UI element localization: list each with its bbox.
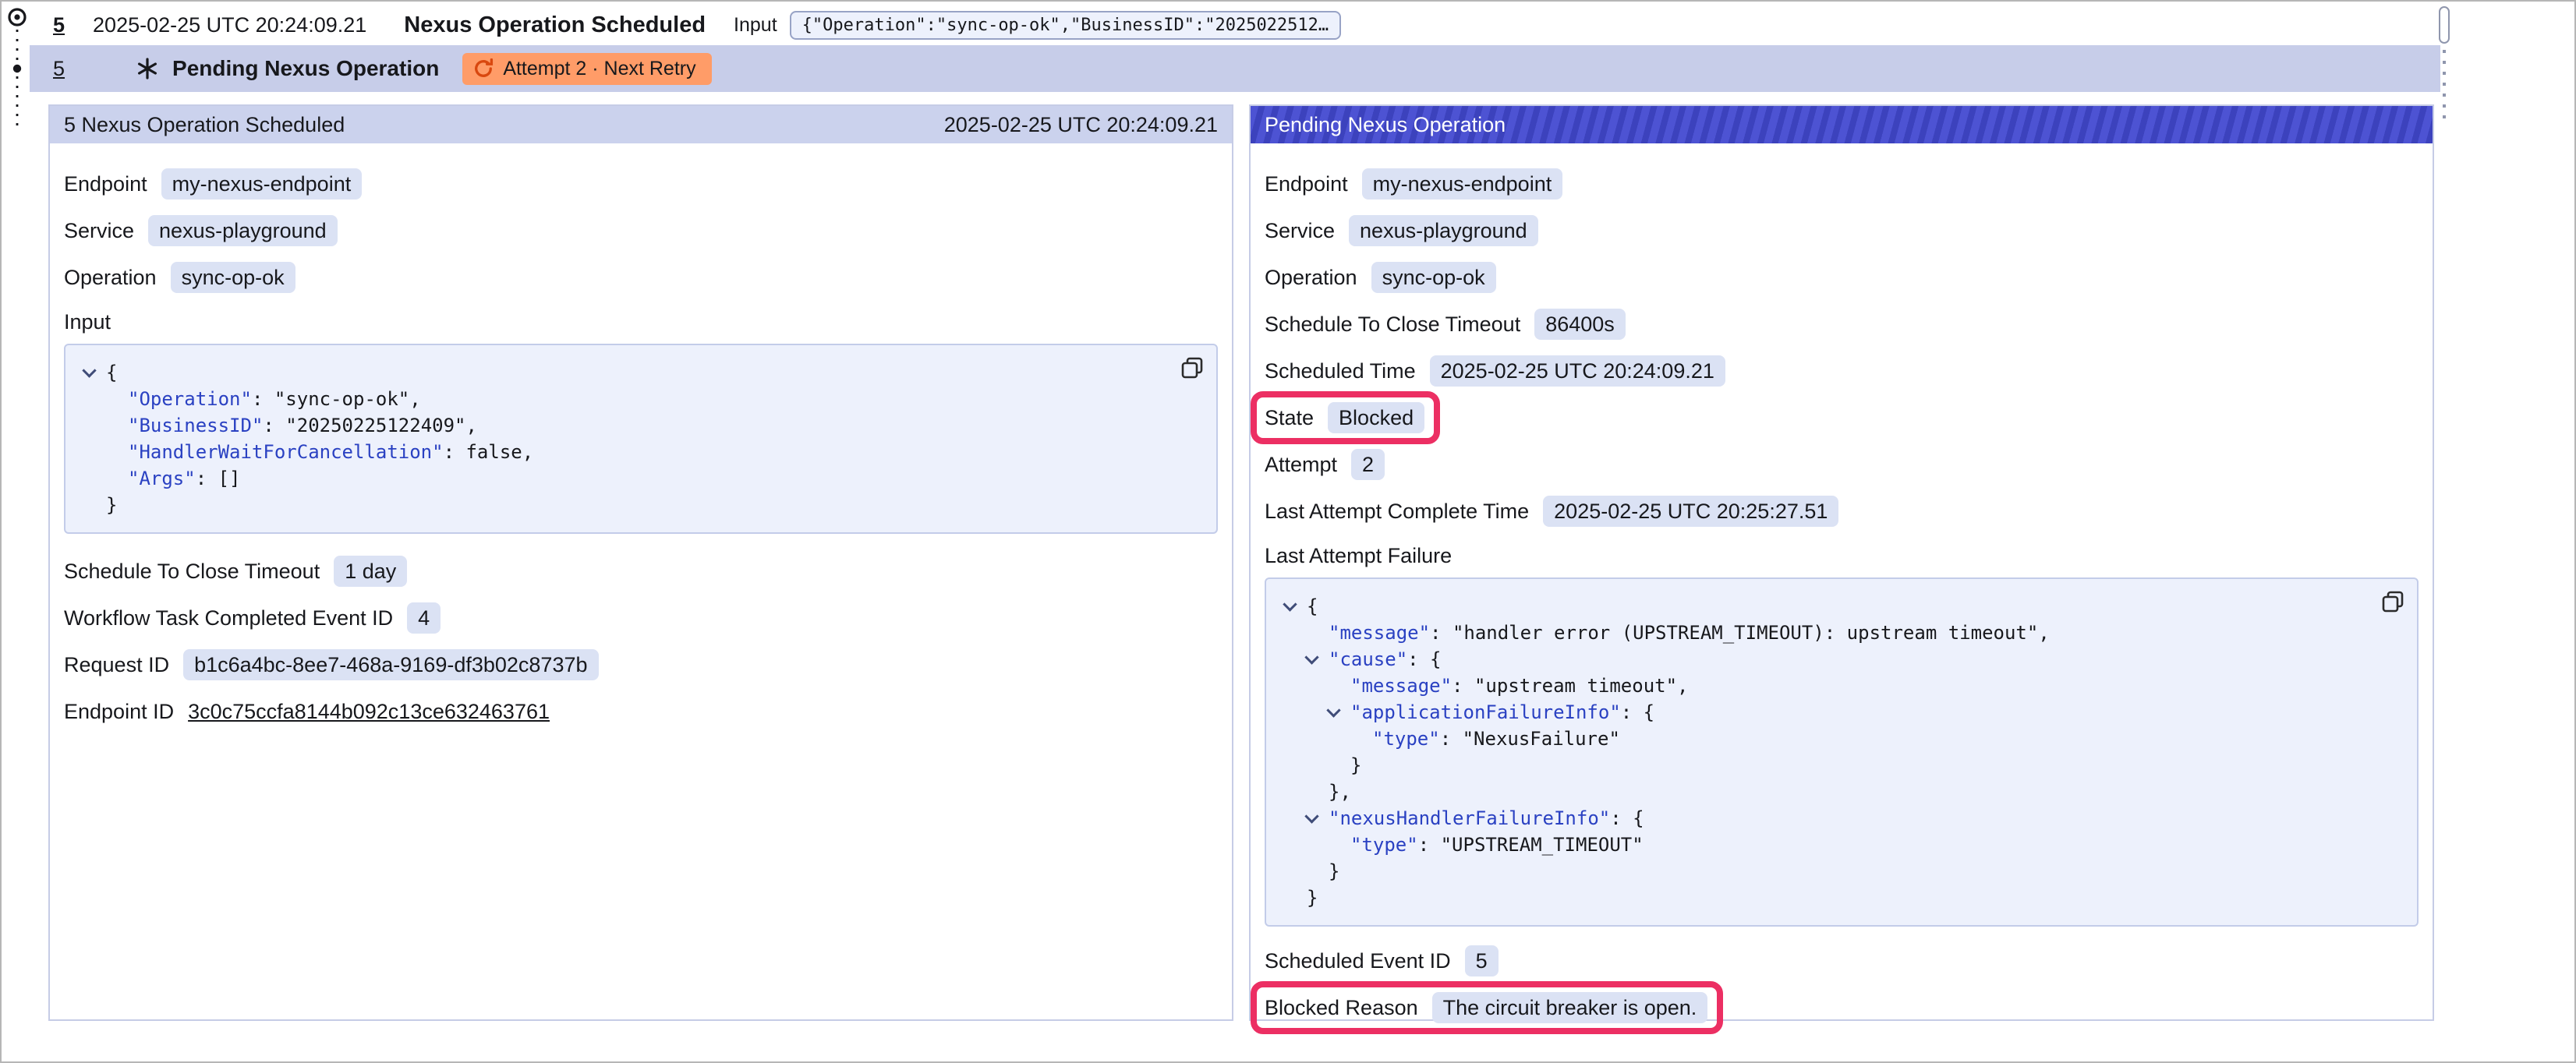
detail-panels: 5 Nexus Operation Scheduled 2025-02-25 U… [48, 104, 2434, 1021]
field-label: Service [1265, 219, 1335, 243]
field-value-chip: 1 day [334, 556, 407, 587]
field-value-chip: b1c6a4bc-8ee7-468a-9169-df3b02c8737b [183, 649, 598, 680]
field-label: Endpoint [1265, 172, 1348, 196]
field-label: Request ID [64, 653, 169, 677]
field-label: Endpoint [64, 172, 147, 196]
workflow-event-history-screen: 5 2025-02-25 UTC 20:24:09.21 Nexus Opera… [0, 0, 2576, 1063]
field-row: Schedule To Close Timeout 1 day [64, 556, 1218, 587]
field-row: Service nexus-playground [1265, 215, 2419, 246]
input-section-label: Input [64, 310, 1218, 334]
field-value-chip: 86400s [1534, 309, 1626, 340]
retry-icon [473, 58, 494, 79]
pending-operation-panel: Pending Nexus Operation Endpoint my-nexu… [1249, 104, 2434, 1021]
field-row: Schedule To Close Timeout 86400s [1265, 309, 2419, 340]
collapse-chevron-icon[interactable] [1307, 652, 1318, 663]
field-value-chip: my-nexus-endpoint [161, 168, 363, 200]
field-row: Request ID b1c6a4bc-8ee7-468a-9169-df3b0… [64, 649, 1218, 680]
field-value-chip: 2 [1351, 449, 1385, 480]
input-preview-chip[interactable]: {"Operation":"sync-op-ok","BusinessID":"… [790, 11, 1342, 40]
field-label: Last Attempt Complete Time [1265, 500, 1529, 524]
field-label: Operation [64, 266, 157, 290]
pending-operation-body: Endpoint my-nexus-endpoint Service nexus… [1251, 143, 2433, 1023]
field-label: Workflow Task Completed Event ID [64, 606, 393, 630]
panel-title: Pending Nexus Operation [1265, 113, 1506, 137]
retry-badge-label: Attempt 2 · Next Retry [503, 58, 695, 80]
field-value-chip: The circuit breaker is open. [1432, 992, 1708, 1023]
field-label: Schedule To Close Timeout [64, 560, 320, 584]
pending-title: Pending Nexus Operation [172, 56, 439, 81]
field-row-state: State Blocked [1265, 402, 2419, 433]
field-label: Schedule To Close Timeout [1265, 313, 1520, 337]
collapse-chevron-icon[interactable] [84, 366, 95, 376]
field-label: Service [64, 219, 134, 243]
field-value-chip: 4 [407, 602, 441, 634]
copy-icon[interactable] [1180, 356, 1204, 380]
field-value-chip: nexus-playground [148, 215, 338, 246]
timeline-gutter [5, 3, 30, 143]
collapse-chevron-icon[interactable] [1329, 705, 1339, 716]
field-value-chip: my-nexus-endpoint [1362, 168, 1563, 200]
field-row: Endpoint my-nexus-endpoint [1265, 168, 2419, 200]
input-code-block: {"Operation": "sync-op-ok","BusinessID":… [64, 344, 1218, 534]
copy-icon[interactable] [2381, 590, 2404, 613]
field-row: Operation sync-op-ok [1265, 262, 2419, 293]
collapse-chevron-icon[interactable] [1285, 599, 1296, 610]
field-row: Attempt 2 [1265, 449, 2419, 480]
failure-code-block: {"message": "handler error (UPSTREAM_TIM… [1265, 577, 2419, 927]
field-value-chip: Blocked [1328, 402, 1424, 433]
field-label: Endpoint ID [64, 700, 174, 724]
event-detail-panel: 5 Nexus Operation Scheduled 2025-02-25 U… [48, 104, 1233, 1021]
retry-attempt-badge: Attempt 2 · Next Retry [462, 53, 711, 85]
failure-section-label: Last Attempt Failure [1265, 544, 2419, 568]
field-row-blocked-reason: Blocked Reason The circuit breaker is op… [1265, 992, 2419, 1023]
field-row: Endpoint my-nexus-endpoint [64, 168, 1218, 200]
collapse-chevron-icon[interactable] [1307, 811, 1318, 822]
scrollbar-track [2443, 50, 2446, 122]
input-label: Input [734, 14, 777, 37]
panel-title: 5 Nexus Operation Scheduled [64, 113, 345, 137]
event-id-link[interactable]: 5 [53, 13, 65, 37]
field-value-chip: 2025-02-25 UTC 20:25:27.51 [1543, 496, 1838, 527]
endpoint-id-link[interactable]: 3c0c75ccfa8144b092c13ce632463761 [188, 700, 550, 724]
timeline-marker-icon [5, 3, 30, 137]
pending-operation-header: Pending Nexus Operation [1251, 106, 2433, 143]
event-timestamp: 2025-02-25 UTC 20:24:09.21 [93, 13, 366, 37]
field-value-chip: 5 [1465, 945, 1499, 976]
field-label: Attempt [1265, 453, 1337, 477]
field-value-chip: sync-op-ok [1371, 262, 1496, 293]
field-row: Workflow Task Completed Event ID 4 [64, 602, 1218, 634]
event-title: Nexus Operation Scheduled [404, 12, 706, 38]
field-row: Scheduled Event ID 5 [1265, 945, 2419, 976]
field-row: Scheduled Time 2025-02-25 UTC 20:24:09.2… [1265, 355, 2419, 387]
field-label: Operation [1265, 266, 1357, 290]
field-value-chip: sync-op-ok [171, 262, 295, 293]
field-value-chip: nexus-playground [1349, 215, 1538, 246]
pending-operation-row[interactable]: 5 Pending Nexus Operation Attempt 2 · Ne… [30, 45, 2440, 92]
panel-timestamp: 2025-02-25 UTC 20:24:09.21 [944, 113, 1218, 137]
field-row: Last Attempt Complete Time 2025-02-25 UT… [1265, 496, 2419, 527]
field-row: Service nexus-playground [64, 215, 1218, 246]
field-label: Blocked Reason [1265, 996, 1418, 1020]
scrollbar[interactable] [2437, 6, 2451, 128]
state-field: State Blocked [1265, 402, 1424, 433]
pending-asterisk-icon [136, 58, 158, 79]
field-row: Endpoint ID 3c0c75ccfa8144b092c13ce63246… [64, 696, 1218, 727]
field-label: State [1265, 406, 1314, 430]
field-label: Scheduled Event ID [1265, 949, 1451, 973]
event-detail-body: Endpoint my-nexus-endpoint Service nexus… [50, 143, 1232, 727]
pending-event-id-link[interactable]: 5 [53, 57, 65, 81]
field-label: Scheduled Time [1265, 359, 1416, 383]
event-detail-header: 5 Nexus Operation Scheduled 2025-02-25 U… [50, 106, 1232, 143]
blocked-reason-field: Blocked Reason The circuit breaker is op… [1265, 992, 1707, 1023]
field-value-chip: 2025-02-25 UTC 20:24:09.21 [1430, 355, 1725, 387]
event-row[interactable]: 5 2025-02-25 UTC 20:24:09.21 Nexus Opera… [33, 5, 1341, 45]
field-row: Operation sync-op-ok [64, 262, 1218, 293]
scrollbar-thumb[interactable] [2439, 6, 2450, 44]
